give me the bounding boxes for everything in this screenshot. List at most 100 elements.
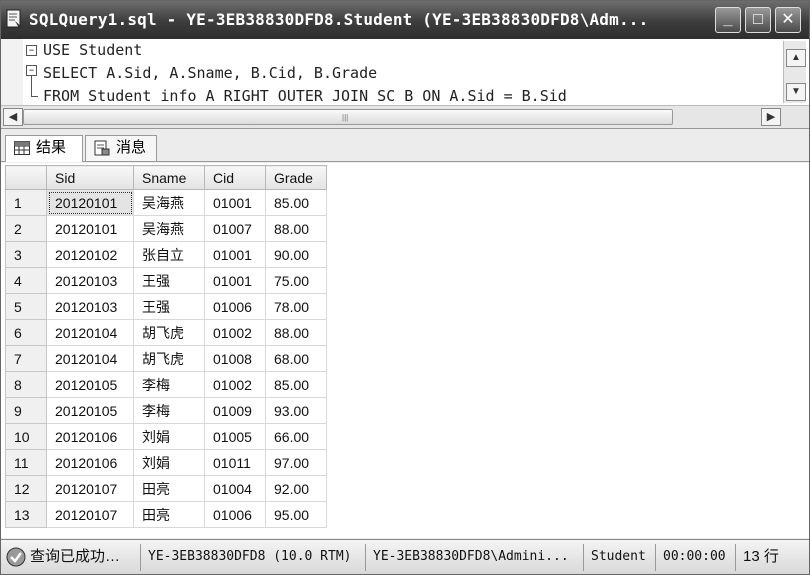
code-line[interactable]: USE Student bbox=[43, 41, 142, 59]
editor-vertical-scrollbar[interactable]: ▲ ▼ bbox=[783, 41, 806, 103]
grid-cell[interactable]: 85.00 bbox=[265, 371, 327, 398]
table-row[interactable]: 8 20120105 李梅 01002 85.00 bbox=[5, 371, 327, 398]
grid-cell[interactable]: 20120104 bbox=[46, 345, 134, 372]
close-button[interactable]: ✕ bbox=[775, 7, 801, 33]
grid-cell[interactable]: 20120104 bbox=[46, 319, 134, 346]
grid-cell[interactable]: 吴海燕 bbox=[133, 215, 205, 242]
grid-cell[interactable]: 68.00 bbox=[265, 345, 327, 372]
tab-results[interactable]: 结果 bbox=[5, 135, 83, 162]
grid-cell[interactable]: 胡飞虎 bbox=[133, 319, 205, 346]
table-row[interactable]: 5 20120103 王强 01006 78.00 bbox=[5, 293, 327, 320]
grid-cell[interactable]: 20120101 bbox=[46, 215, 134, 242]
table-row[interactable]: 13 20120107 田亮 01006 95.00 bbox=[5, 501, 327, 528]
grid-cell[interactable]: 01011 bbox=[204, 449, 266, 476]
grid-cell[interactable]: 王强 bbox=[133, 267, 205, 294]
grid-cell[interactable]: 20120102 bbox=[46, 241, 134, 268]
table-row[interactable]: 12 20120107 田亮 01004 92.00 bbox=[5, 475, 327, 502]
grid-cell[interactable]: 75.00 bbox=[265, 267, 327, 294]
grid-cell[interactable]: 20120105 bbox=[46, 371, 134, 398]
grid-cell[interactable]: 张自立 bbox=[133, 241, 205, 268]
grid-cell[interactable]: 78.00 bbox=[265, 293, 327, 320]
grid-cell[interactable]: 01009 bbox=[204, 397, 266, 424]
grid-cell[interactable]: 20120107 bbox=[46, 475, 134, 502]
grid-cell[interactable]: 田亮 bbox=[133, 475, 205, 502]
sql-editor[interactable]: − − USE Student SELECT A.Sid, A.Sname, B… bbox=[1, 39, 809, 105]
code-line[interactable]: FROM Student info A RIGHT OUTER JOIN SC … bbox=[43, 87, 567, 105]
title-bar[interactable]: SQLQuery1.sql - YE-3EB38830DFD8.Student … bbox=[1, 1, 809, 39]
row-header[interactable]: 9 bbox=[5, 397, 47, 424]
table-row[interactable]: 11 20120106 刘娟 01011 97.00 bbox=[5, 449, 327, 476]
grid-cell[interactable]: 88.00 bbox=[265, 319, 327, 346]
table-row[interactable]: 6 20120104 胡飞虎 01002 88.00 bbox=[5, 319, 327, 346]
grid-cell[interactable]: 90.00 bbox=[265, 241, 327, 268]
row-header[interactable]: 10 bbox=[5, 423, 47, 450]
grid-cell[interactable]: 20120107 bbox=[46, 501, 134, 528]
scroll-left-icon[interactable]: ◀ bbox=[3, 108, 23, 126]
grid-cell[interactable]: 93.00 bbox=[265, 397, 327, 424]
column-header[interactable]: Sid bbox=[46, 165, 134, 190]
grid-cell[interactable]: 01005 bbox=[204, 423, 266, 450]
table-row[interactable]: 3 20120102 张自立 01001 90.00 bbox=[5, 241, 327, 268]
grid-cell[interactable]: 20120101 bbox=[46, 189, 134, 216]
collapse-icon[interactable]: − bbox=[26, 65, 37, 76]
row-header[interactable]: 2 bbox=[5, 215, 47, 242]
table-row[interactable]: 1 20120101 吴海燕 01001 85.00 bbox=[5, 189, 327, 216]
grid-cell[interactable]: 20120105 bbox=[46, 397, 134, 424]
grid-cell[interactable]: 01001 bbox=[204, 189, 266, 216]
grid-cell[interactable]: 01001 bbox=[204, 241, 266, 268]
scroll-down-icon[interactable]: ▼ bbox=[786, 83, 806, 101]
scroll-up-icon[interactable]: ▲ bbox=[786, 49, 806, 67]
minimize-button[interactable]: _ bbox=[715, 7, 741, 33]
grid-cell[interactable]: 95.00 bbox=[265, 501, 327, 528]
tab-messages[interactable]: 消息 bbox=[85, 135, 157, 161]
row-header[interactable]: 5 bbox=[5, 293, 47, 320]
code-line[interactable]: SELECT A.Sid, A.Sname, B.Cid, B.Grade bbox=[43, 64, 377, 82]
grid-cell[interactable]: 刘娟 bbox=[133, 449, 205, 476]
grid-cell[interactable]: 01006 bbox=[204, 293, 266, 320]
grid-cell[interactable]: 85.00 bbox=[265, 189, 327, 216]
column-header[interactable]: Grade bbox=[265, 165, 327, 190]
grid-cell[interactable]: 97.00 bbox=[265, 449, 327, 476]
grid-cell[interactable]: 李梅 bbox=[133, 397, 205, 424]
row-header[interactable]: 3 bbox=[5, 241, 47, 268]
table-row[interactable]: 2 20120101 吴海燕 01007 88.00 bbox=[5, 215, 327, 242]
grid-cell[interactable]: 胡飞虎 bbox=[133, 345, 205, 372]
grid-cell[interactable]: 王强 bbox=[133, 293, 205, 320]
grid-cell[interactable]: 88.00 bbox=[265, 215, 327, 242]
grid-cell[interactable]: 01001 bbox=[204, 267, 266, 294]
row-header[interactable]: 13 bbox=[5, 501, 47, 528]
grid-cell[interactable]: 李梅 bbox=[133, 371, 205, 398]
row-header[interactable]: 4 bbox=[5, 267, 47, 294]
grid-cell[interactable]: 01002 bbox=[204, 371, 266, 398]
select-all-corner[interactable] bbox=[5, 165, 47, 190]
grid-cell[interactable]: 20120106 bbox=[46, 423, 134, 450]
maximize-button[interactable]: □ bbox=[745, 7, 771, 33]
grid-cell[interactable]: 01004 bbox=[204, 475, 266, 502]
grid-cell[interactable]: 01007 bbox=[204, 215, 266, 242]
scroll-right-icon[interactable]: ▶ bbox=[761, 108, 781, 126]
table-row[interactable]: 4 20120103 王强 01001 75.00 bbox=[5, 267, 327, 294]
grid-cell[interactable]: 20120103 bbox=[46, 267, 134, 294]
row-header[interactable]: 1 bbox=[5, 189, 47, 216]
grid-cell[interactable]: 田亮 bbox=[133, 501, 205, 528]
editor-horizontal-scrollbar[interactable]: ◀ ||| ▶ bbox=[1, 105, 809, 129]
grid-cell[interactable]: 吴海燕 bbox=[133, 189, 205, 216]
grid-cell[interactable]: 01006 bbox=[204, 501, 266, 528]
grid-cell[interactable]: 92.00 bbox=[265, 475, 327, 502]
table-row[interactable]: 10 20120106 刘娟 01005 66.00 bbox=[5, 423, 327, 450]
grid-cell[interactable]: 20120103 bbox=[46, 293, 134, 320]
scrollbar-thumb[interactable]: ||| bbox=[23, 109, 673, 125]
row-header[interactable]: 12 bbox=[5, 475, 47, 502]
row-header[interactable]: 11 bbox=[5, 449, 47, 476]
row-header[interactable]: 6 bbox=[5, 319, 47, 346]
row-header[interactable]: 7 bbox=[5, 345, 47, 372]
grid-cell[interactable]: 01008 bbox=[204, 345, 266, 372]
column-header[interactable]: Sname bbox=[133, 165, 205, 190]
column-header[interactable]: Cid bbox=[204, 165, 266, 190]
grid-cell[interactable]: 20120106 bbox=[46, 449, 134, 476]
grid-cell[interactable]: 刘娟 bbox=[133, 423, 205, 450]
row-header[interactable]: 8 bbox=[5, 371, 47, 398]
table-row[interactable]: 9 20120105 李梅 01009 93.00 bbox=[5, 397, 327, 424]
table-row[interactable]: 7 20120104 胡飞虎 01008 68.00 bbox=[5, 345, 327, 372]
collapse-icon[interactable]: − bbox=[26, 45, 37, 56]
